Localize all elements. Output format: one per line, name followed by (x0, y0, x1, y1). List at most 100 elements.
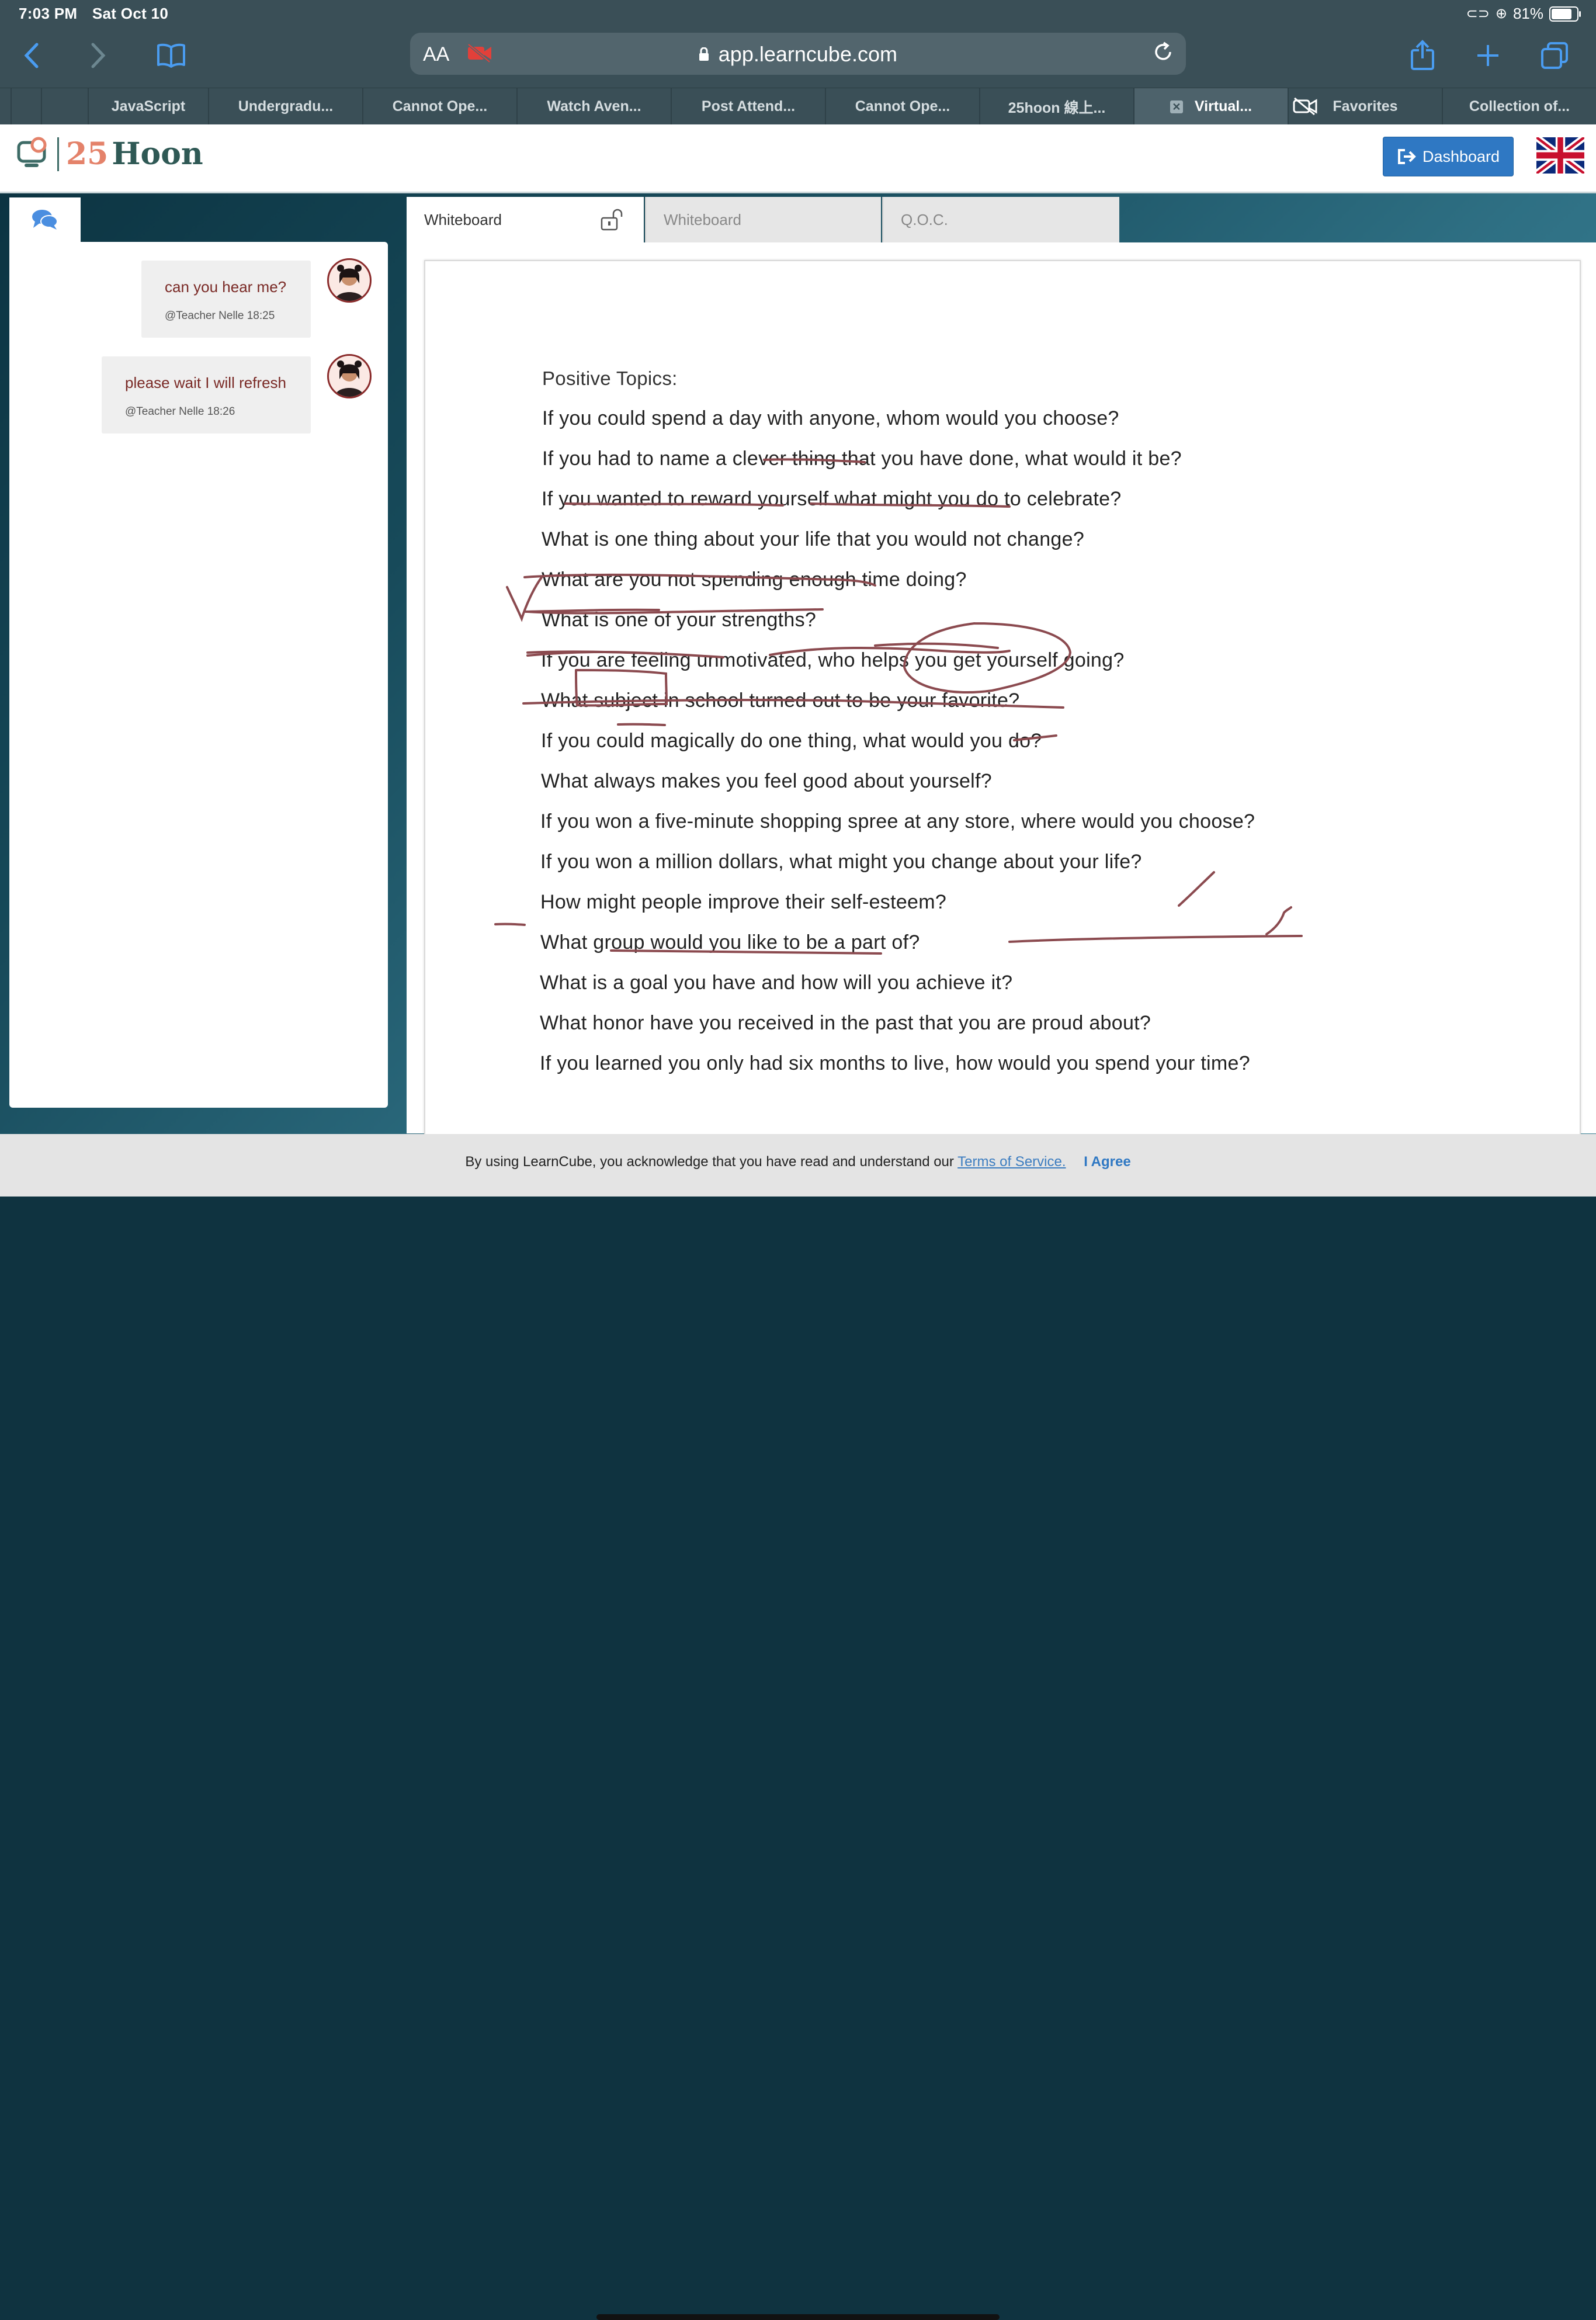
share-icon[interactable] (1402, 35, 1443, 76)
document-line: What honor have you received in the past… (540, 1012, 1151, 1034)
chat-message: can you hear me? @Teacher Nelle 18:25 (141, 261, 311, 338)
ink-stroke (617, 723, 666, 726)
browser-tab[interactable]: Watch Aven... (516, 88, 671, 125)
cookie-consent-bar: By using LearnCube, you acknowledge that… (0, 1134, 1596, 2320)
document-title: Positive Topics: (542, 367, 678, 389)
uk-flag-icon[interactable] (1536, 137, 1584, 174)
browser-tab-label: JavaScript (111, 98, 186, 115)
back-icon[interactable] (12, 35, 53, 76)
ink-stroke (1178, 871, 1215, 907)
browser-tab-label: Virtual... (1194, 98, 1252, 115)
tabs-icon[interactable] (1534, 35, 1575, 76)
browser-tab-label: 25hoon 線上... (1008, 99, 1106, 116)
browser-tab-bar: JavaScript Undergradu... Cannot Ope... Watc… (0, 88, 1596, 125)
chat-message: please wait I will refresh @Teacher Nell… (102, 356, 311, 434)
document-line: If you won a five-minute shopping spree … (540, 810, 1255, 833)
agree-button[interactable]: I Agree (1084, 1154, 1130, 1170)
document-line: If you learned you only had six months t… (540, 1052, 1250, 1074)
chat-message-text: can you hear me? (165, 278, 287, 296)
reload-icon[interactable] (1152, 41, 1174, 69)
browser-tab[interactable]: Undergradu... (208, 88, 362, 125)
bookmarks-icon[interactable] (151, 35, 192, 76)
document-line: If you could magically do one thing, wha… (541, 730, 1042, 752)
browser-tab[interactable]: Cannot Ope... (362, 88, 516, 125)
browser-toolbar: AA app.learncube.com (0, 30, 1596, 83)
browser-tab[interactable] (11, 88, 41, 125)
logo[interactable]: 25 Hoon (16, 136, 203, 172)
browser-tab[interactable]: 25hoon 線上... (979, 88, 1133, 125)
home-indicator (596, 2314, 1000, 2320)
address-bar[interactable]: AA app.learncube.com (410, 33, 1186, 75)
document-line: What subject in school turned out to be … (541, 689, 1020, 712)
close-tab-icon[interactable]: ✕ (1170, 100, 1183, 113)
sign-out-icon (1397, 149, 1416, 164)
document-line: If you could spend a day with anyone, wh… (542, 407, 1119, 429)
link-icon: ⊂⊃ (1466, 6, 1490, 22)
browser-tab-label: Favorites (1333, 98, 1398, 115)
dashboard-label: Dashboard (1422, 147, 1500, 165)
browser-tab-label: Undergradu... (238, 98, 334, 115)
avatar (327, 354, 372, 398)
browser-chrome: 7:03 PM Sat Oct 10 ⊂⊃ ⊕ 81% AA app.learn… (0, 0, 1596, 125)
url-text: app.learncube.com (718, 42, 897, 66)
ink-stroke (506, 575, 543, 622)
document-line: What are you not spending enough time do… (542, 568, 967, 591)
chat-message-meta: @Teacher Nelle 18:26 (125, 405, 235, 418)
tab-label: Whiteboard (424, 210, 502, 228)
status-bar: 7:03 PM Sat Oct 10 ⊂⊃ ⊕ 81% (0, 0, 1596, 28)
browser-tab-label: Watch Aven... (547, 98, 641, 115)
document-line: If you are feeling unmotivated, who help… (541, 649, 1125, 671)
browser-tab-label: Post Attend... (701, 98, 796, 115)
logo-monitor-icon (17, 137, 47, 167)
browser-tab[interactable] (41, 88, 88, 125)
document-line: If you had to name a clever thing that y… (542, 448, 1182, 470)
browser-tab[interactable]: JavaScript (88, 88, 208, 125)
chat-message-meta: @Teacher Nelle 18:25 (165, 310, 275, 322)
chat-bubbles-icon (32, 210, 58, 230)
terms-link[interactable]: Terms of Service. (957, 1154, 1066, 1170)
browser-tab-label: Cannot Ope... (855, 98, 950, 115)
tab-whiteboard-1[interactable]: Whiteboard (407, 197, 644, 242)
browser-tab-label: Cannot Ope... (392, 98, 488, 115)
chat-message-text: please wait I will refresh (125, 374, 286, 391)
battery-percent: 81% (1512, 5, 1543, 22)
browser-tab[interactable]: Cannot Ope... (825, 88, 979, 125)
document-line: What is one thing about your life that y… (542, 528, 1085, 550)
whiteboard-document[interactable]: Positive Topics: If you could spend a day… (424, 260, 1581, 1135)
new-tab-icon[interactable] (1467, 35, 1508, 76)
dashboard-button[interactable]: Dashboard (1383, 137, 1514, 176)
tab-qoc[interactable]: Q.O.C. (882, 197, 1119, 242)
document-line: How might people improve their self-este… (540, 891, 947, 913)
status-time: 7:03 PM (19, 5, 78, 22)
unlock-icon[interactable] (601, 209, 626, 235)
tab-label: Q.O.C. (901, 210, 948, 228)
cookie-text: By using LearnCube, you acknowledge that… (465, 1154, 954, 1170)
battery-icon (1549, 6, 1581, 22)
document-line: What group would you like to be a part o… (540, 931, 920, 953)
ink-stroke (1008, 935, 1303, 943)
ink-stroke (494, 923, 526, 926)
status-date: Sat Oct 10 (92, 5, 169, 22)
tab-whiteboard-2[interactable]: Whiteboard (645, 197, 881, 242)
browser-tab[interactable]: Post Attend... (671, 88, 825, 125)
browser-tab[interactable]: Collection of... (1442, 88, 1596, 125)
tab-label: Whiteboard (664, 210, 741, 228)
browser-tab[interactable]: Favorites (1288, 88, 1442, 125)
chat-tab[interactable] (9, 197, 81, 242)
document-line: What always makes you feel good about yo… (541, 770, 992, 792)
document-line: If you won a million dollars, what might… (540, 851, 1142, 873)
avatar (327, 258, 372, 303)
browser-tab-label: Collection of... (1469, 98, 1570, 115)
orientation-lock-icon: ⊕ (1495, 6, 1507, 22)
lock-icon (699, 47, 714, 65)
forward-icon[interactable] (77, 35, 118, 76)
document-line: What is a goal you have and how will you… (540, 972, 1013, 994)
document-line: What is one of your strengths? (542, 609, 817, 631)
ink-stroke (874, 642, 999, 649)
app-header: 25 Hoon Dashboard (0, 124, 1596, 193)
browser-tab[interactable]: ✕ Virtual... (1133, 88, 1317, 125)
chat-panel: can you hear me? @Teacher Nelle 18:25 pl… (9, 242, 388, 1108)
logo-word: Hoon (112, 136, 203, 172)
ink-stroke (1265, 906, 1292, 935)
logo-number: 25 (66, 136, 109, 172)
